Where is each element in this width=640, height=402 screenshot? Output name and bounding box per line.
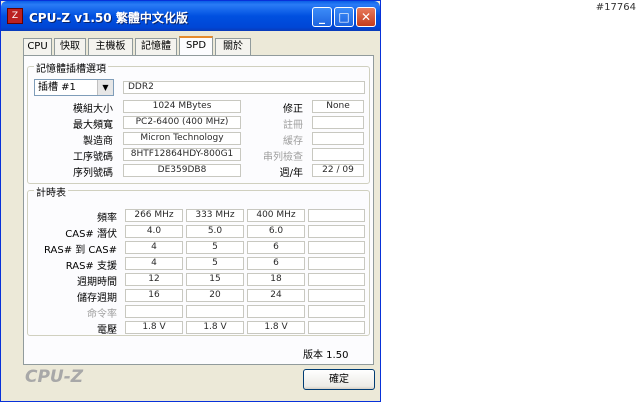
week-year-value: 22 / 09 bbox=[312, 164, 364, 177]
buffered-label: 緩存 bbox=[283, 136, 303, 147]
timing-cell bbox=[247, 305, 305, 318]
maximize-button[interactable]: □ bbox=[334, 7, 354, 27]
command-rate-label: 命令率 bbox=[87, 309, 117, 320]
timing-cell bbox=[308, 289, 365, 302]
serial-number-value: DE359DB8 bbox=[123, 164, 241, 177]
slot-select[interactable]: 插槽 #1 ▼ bbox=[34, 79, 114, 96]
timing-cell: 18 bbox=[247, 273, 305, 286]
timing-cell bbox=[308, 273, 365, 286]
week-year-label: 週/年 bbox=[279, 168, 303, 179]
timing-cell bbox=[308, 257, 365, 270]
memory-slot-group: 記憶體插槽選項 插槽 #1 ▼ DDR2 模組大小 1024 MBytes 修正… bbox=[27, 60, 370, 184]
correction-label: 修正 bbox=[283, 104, 303, 115]
serial-number-label: 序列號碼 bbox=[73, 168, 113, 179]
cas-latency-label: CAS# 潛伏 bbox=[65, 229, 117, 240]
tab-cache[interactable]: 快取 bbox=[54, 38, 86, 55]
chevron-down-icon[interactable]: ▼ bbox=[97, 80, 113, 95]
tab-mainboard[interactable]: 主機板 bbox=[88, 38, 133, 55]
timing-cell: 4.0 bbox=[125, 225, 183, 238]
tab-cpu[interactable]: CPU bbox=[23, 38, 52, 55]
timing-cell: 1.8 V bbox=[186, 321, 244, 334]
tab-about[interactable]: 關於 bbox=[215, 38, 251, 55]
timing-cell: 16 bbox=[125, 289, 183, 302]
timing-cell bbox=[308, 241, 365, 254]
timing-cell bbox=[125, 305, 183, 318]
spd-ext-label: 串列檢查 bbox=[263, 152, 303, 163]
registered-label: 註冊 bbox=[283, 120, 303, 131]
timing-cell: 6 bbox=[247, 257, 305, 270]
part-number-label: 工序號碼 bbox=[73, 152, 113, 163]
timing-cell bbox=[308, 209, 365, 222]
manufacturer-label: 製造商 bbox=[83, 136, 113, 147]
cpuz-app-icon: Z bbox=[7, 8, 23, 24]
timing-cell: 15 bbox=[186, 273, 244, 286]
timing-cell: 400 MHz bbox=[247, 209, 305, 222]
tab-spd[interactable]: SPD bbox=[179, 36, 213, 57]
timing-cell bbox=[308, 321, 365, 334]
timing-cell: 6 bbox=[247, 241, 305, 254]
memory-slot-group-title: 記憶體插槽選項 bbox=[34, 60, 108, 75]
minimize-button[interactable]: _ bbox=[312, 7, 332, 27]
buffered-value bbox=[312, 132, 364, 145]
timing-cell: 266 MHz bbox=[125, 209, 183, 222]
timing-cell: 1.8 V bbox=[247, 321, 305, 334]
timing-cell: 12 bbox=[125, 273, 183, 286]
close-button[interactable]: ✕ bbox=[356, 7, 376, 27]
max-bandwidth-label: 最大頻寬 bbox=[73, 120, 113, 131]
voltage-label: 電壓 bbox=[97, 325, 117, 336]
module-size-value: 1024 MBytes bbox=[123, 100, 241, 113]
memory-type-value: DDR2 bbox=[123, 81, 365, 94]
title-bar[interactable]: Z CPU-Z v1.50 繁體中文化版 _ □ ✕ bbox=[1, 1, 380, 31]
cpuz-window: Z CPU-Z v1.50 繁體中文化版 _ □ ✕ CPU 快取 主機板 記憶… bbox=[0, 0, 381, 402]
cpuz-brand-logo: CPU-Z bbox=[25, 367, 84, 387]
bank-cycle-label: 儲存週期 bbox=[77, 293, 117, 304]
timing-cell: 6.0 bbox=[247, 225, 305, 238]
window-title: CPU-Z v1.50 繁體中文化版 bbox=[29, 11, 188, 25]
timing-cell: 5 bbox=[186, 241, 244, 254]
timings-group: 計時表 頻率 CAS# 潛伏 RAS# 到 CAS# RAS# 支援 週期時間 … bbox=[27, 184, 370, 336]
manufacturer-value: Micron Technology bbox=[123, 132, 241, 145]
spd-panel: 記憶體插槽選項 插槽 #1 ▼ DDR2 模組大小 1024 MBytes 修正… bbox=[23, 55, 374, 365]
timings-group-title: 計時表 bbox=[34, 184, 68, 199]
timing-cell: 333 MHz bbox=[186, 209, 244, 222]
slot-select-value: 插槽 #1 bbox=[38, 82, 76, 93]
timing-cell: 5 bbox=[186, 257, 244, 270]
timing-cell: 4 bbox=[125, 241, 183, 254]
cycle-time-label: 週期時間 bbox=[77, 277, 117, 288]
timing-cell: 5.0 bbox=[186, 225, 244, 238]
timing-cell bbox=[308, 305, 365, 318]
ras-to-cas-label: RAS# 到 CAS# bbox=[43, 245, 117, 256]
max-bandwidth-value: PC2-6400 (400 MHz) bbox=[123, 116, 241, 129]
frequency-label: 頻率 bbox=[97, 213, 117, 224]
timing-cell: 4 bbox=[125, 257, 183, 270]
tab-memory[interactable]: 記憶體 bbox=[135, 38, 177, 55]
part-number-value: 8HTF12864HDY-800G1 bbox=[123, 148, 241, 161]
spd-ext-value bbox=[312, 148, 364, 161]
timing-cell: 1.8 V bbox=[125, 321, 183, 334]
image-id-watermark: #17764 bbox=[595, 2, 636, 13]
timing-cell bbox=[308, 225, 365, 238]
timing-cell: 24 bbox=[247, 289, 305, 302]
version-label: 版本 1.50 bbox=[303, 350, 349, 361]
module-size-label: 模組大小 bbox=[73, 104, 113, 115]
timing-cell bbox=[186, 305, 244, 318]
ok-button[interactable]: 確定 bbox=[303, 369, 375, 390]
registered-value bbox=[312, 116, 364, 129]
correction-value: None bbox=[312, 100, 364, 113]
timing-cell: 20 bbox=[186, 289, 244, 302]
ras-precharge-label: RAS# 支援 bbox=[65, 261, 117, 272]
